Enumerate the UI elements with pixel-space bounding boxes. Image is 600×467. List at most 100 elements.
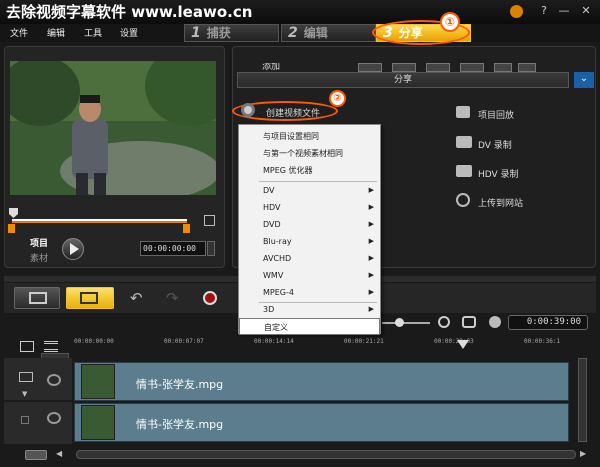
minimize-icon[interactable]: —	[556, 4, 572, 18]
menu-item-label: 3D	[263, 305, 275, 314]
redo-icon[interactable]: ↷	[166, 289, 179, 307]
video-preview	[10, 61, 216, 195]
zoom-slider[interactable]	[382, 322, 430, 324]
submenu-arrow-icon: ▶	[368, 254, 374, 262]
filmstrip-icon	[29, 292, 47, 304]
globe-upload-icon	[456, 193, 470, 207]
timecode-display[interactable]: 00:00:00:00	[140, 241, 206, 256]
project-playback-icon	[456, 106, 470, 118]
menu-item-label: AVCHD	[263, 254, 292, 263]
create-video-context-menu: 与项目设置相同 与第一个视频素材相同 MPEG 优化器 DV ▶ HDV ▶ DVD…	[238, 124, 381, 335]
toolbar-button-6[interactable]	[518, 63, 536, 72]
enlarge-preview-icon[interactable]	[204, 215, 215, 226]
zoom-in-icon[interactable]	[438, 316, 450, 328]
project-playback-label[interactable]: 项目回放	[478, 108, 514, 121]
timecode-stepper[interactable]	[207, 241, 215, 256]
record-capture-icon[interactable]	[203, 291, 217, 305]
menu-item-label: DV	[263, 186, 275, 195]
vertical-scrollbar[interactable]	[578, 358, 587, 442]
track-expand-icon[interactable]: ▼	[22, 390, 27, 398]
overlay-visibility-icon[interactable]	[47, 412, 61, 424]
menu-item-label: WMV	[263, 271, 284, 280]
video-track-icon[interactable]	[19, 372, 33, 382]
submenu-arrow-icon: ▶	[368, 186, 374, 194]
menu-item-same-as-project[interactable]: 与项目设置相同	[239, 128, 380, 145]
play-icon	[70, 243, 79, 255]
track-list-icon[interactable]	[44, 341, 58, 352]
tab-capture-label: 捕获	[206, 26, 231, 40]
trim-end-handle[interactable]	[183, 224, 190, 233]
menu-item-mpeg4[interactable]: MPEG-4 ▶	[239, 284, 380, 301]
clip-thumbnail	[81, 364, 115, 399]
menu-item-label: 自定义	[264, 323, 288, 332]
trim-start-handle[interactable]	[8, 224, 15, 233]
lock-icon[interactable]	[21, 416, 29, 424]
overlay-track-header	[4, 402, 72, 444]
menu-tools[interactable]: 工具	[84, 26, 102, 39]
menu-item-label: MPEG-4	[263, 288, 294, 297]
submenu-arrow-icon: ▶	[368, 271, 374, 279]
menu-item-3d[interactable]: 3D ▶	[239, 301, 380, 318]
toolbar-button-1[interactable]	[358, 63, 382, 72]
menu-edit[interactable]: 编辑	[47, 26, 65, 39]
menu-item-avchd[interactable]: AVCHD ▶	[239, 250, 380, 267]
menu-settings[interactable]: 设置	[120, 26, 138, 39]
toolbar-button-3[interactable]	[426, 63, 450, 72]
menu-item-mpeg-optimizer[interactable]: MPEG 优化器	[239, 162, 380, 179]
close-icon[interactable]: ✕	[578, 4, 594, 18]
project-mode-label[interactable]: 项目	[30, 236, 48, 249]
scroll-left-icon[interactable]: ◀	[56, 449, 62, 458]
submenu-arrow-icon: ▶	[368, 288, 374, 296]
scrub-track[interactable]	[12, 219, 187, 223]
toolbar-button-2[interactable]	[392, 63, 416, 72]
submenu-arrow-icon: ▶	[368, 220, 374, 228]
hdv-record-label[interactable]: HDV 录制	[478, 167, 519, 180]
menu-item-same-as-first-clip[interactable]: 与第一个视频素材相同	[239, 145, 380, 162]
collapse-panel-button[interactable]: ⌄	[574, 72, 594, 88]
video-frame-image	[10, 61, 216, 195]
menu-item-label: MPEG 优化器	[263, 166, 313, 175]
menu-item-label: HDV	[263, 203, 281, 212]
add-clip-button[interactable]	[25, 450, 47, 460]
toolbar-add-label[interactable]: 添加	[262, 63, 280, 71]
tab-edit[interactable]: 2 编辑	[281, 24, 376, 42]
tab-capture[interactable]: 1 捕获	[184, 24, 279, 42]
menu-item-bluray[interactable]: Blu-ray ▶	[239, 233, 380, 250]
track-manager-icon[interactable]	[20, 341, 34, 352]
menu-file[interactable]: 文件	[10, 26, 28, 39]
share-panel-header: 分享	[237, 72, 569, 88]
menu-item-wmv[interactable]: WMV ▶	[239, 267, 380, 284]
undo-icon[interactable]: ↶	[130, 289, 143, 307]
submenu-arrow-icon: ▶	[368, 203, 374, 211]
toolbar-button-5[interactable]	[494, 63, 512, 72]
help-icon[interactable]: ?	[536, 4, 552, 18]
menu-item-dv[interactable]: DV ▶	[239, 182, 380, 199]
dv-camera-icon	[456, 136, 472, 148]
horizontal-scrollbar[interactable]	[76, 450, 576, 459]
menu-item-label: 与第一个视频素材相同	[263, 149, 343, 158]
clip-name: 情书-张学友.mpg	[136, 418, 224, 431]
ruler-tick: 00:00:07:07	[164, 338, 204, 345]
menu-item-custom[interactable]: 自定义	[239, 318, 380, 335]
tab-capture-number: 1	[191, 25, 201, 41]
timeline-ruler[interactable]: 00:00:00:00 00:00:07:07 00:00:14:14 00:0…	[72, 336, 574, 350]
upload-to-web-label[interactable]: 上传到网站	[478, 196, 523, 209]
ruler-tick: 00:00:00:00	[74, 338, 114, 345]
ruler-tick: 00:00:21:21	[344, 338, 384, 345]
clock-icon	[489, 316, 501, 328]
dv-record-label[interactable]: DV 录制	[478, 138, 512, 151]
toolbar-button-4[interactable]	[460, 63, 484, 72]
fit-project-icon[interactable]	[462, 316, 476, 328]
ruler-tick: 00:00:14:14	[254, 338, 294, 345]
submenu-arrow-icon: ▶	[368, 305, 374, 313]
film-reel-icon	[241, 103, 255, 117]
menu-item-dvd[interactable]: DVD ▶	[239, 216, 380, 233]
scroll-right-icon[interactable]: ▶	[580, 449, 586, 458]
clip-mode-label[interactable]: 素材	[30, 251, 48, 264]
track-visibility-icon[interactable]	[47, 374, 61, 386]
app-logo-icon[interactable]	[510, 5, 523, 18]
menu-item-label: 与项目设置相同	[263, 132, 319, 141]
menu-item-hdv[interactable]: HDV ▶	[239, 199, 380, 216]
window-title: 去除视频字幕软件 www.leawo.cn	[6, 3, 253, 21]
zoom-slider-handle[interactable]	[395, 318, 404, 327]
